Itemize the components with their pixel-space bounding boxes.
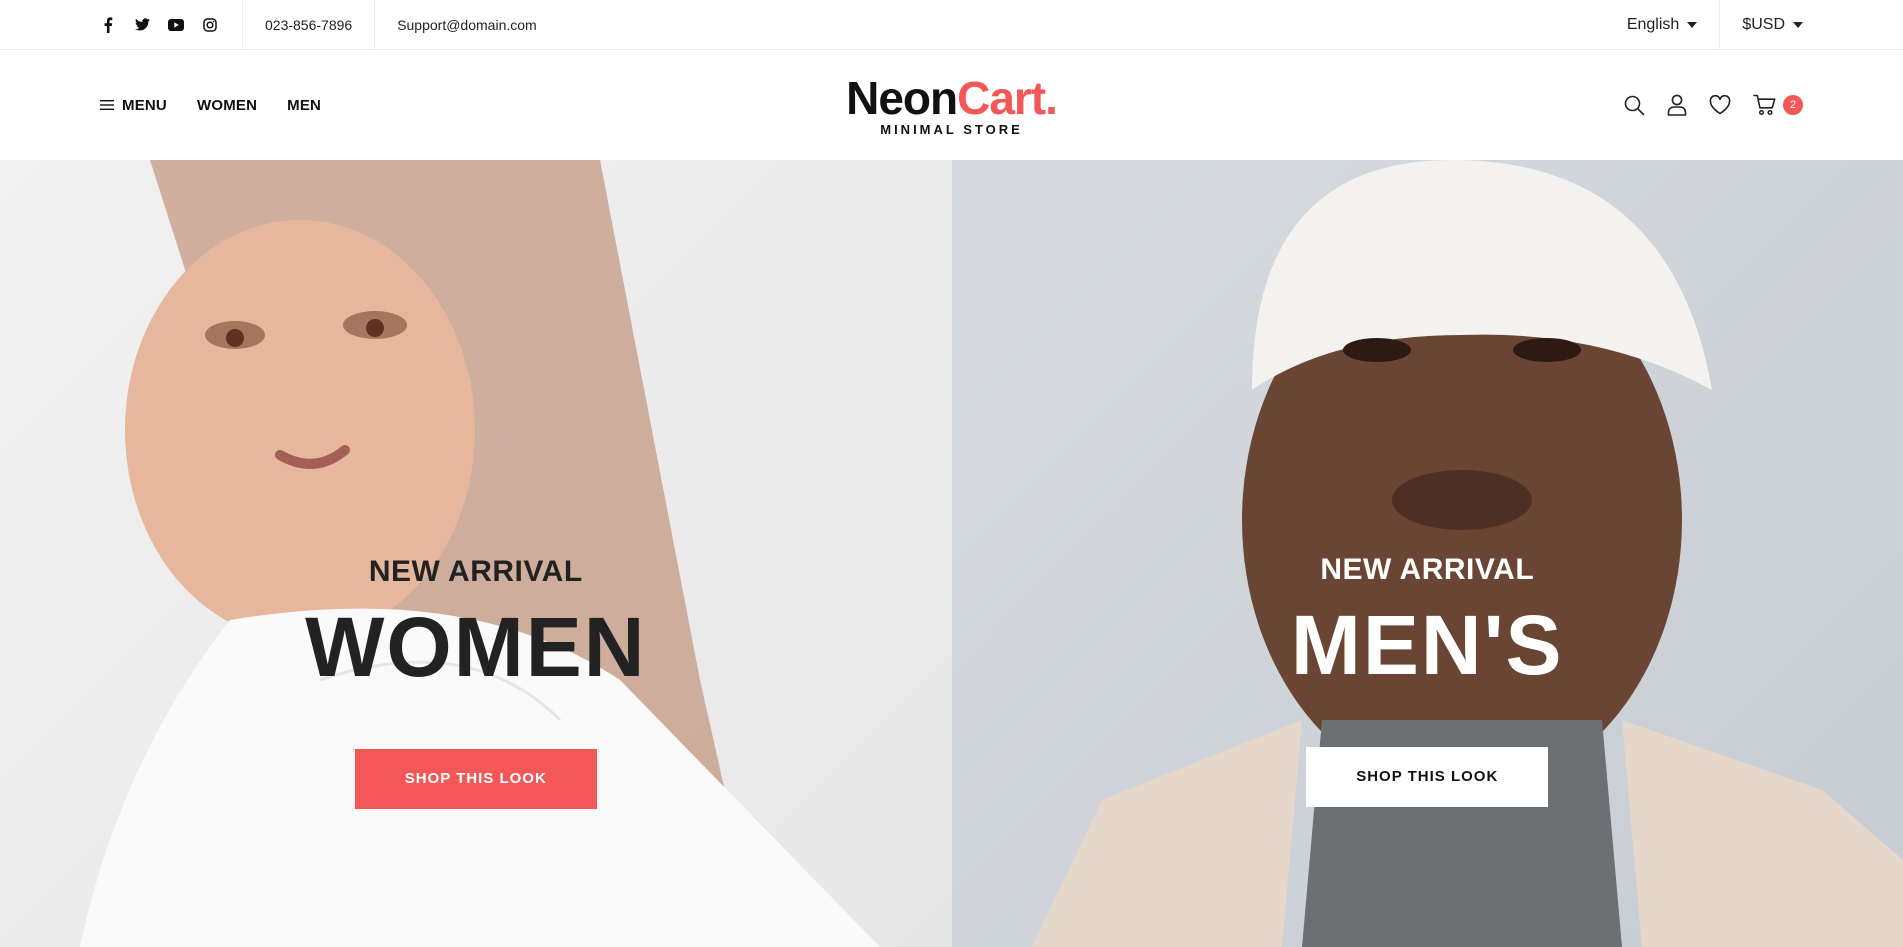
facebook-icon[interactable] (100, 16, 116, 33)
chevron-down-icon (1793, 21, 1803, 28)
women-title: WOMEN (305, 600, 647, 694)
language-label: English (1626, 15, 1680, 33)
social-links (100, 0, 243, 49)
men-shop-button[interactable]: SHOP THIS LOOK (1306, 747, 1549, 807)
site-logo[interactable]: NeonCart. MINIMAL STORE (846, 75, 1058, 137)
menu-button[interactable]: MENU (100, 97, 167, 114)
men-title: MEN'S (1290, 598, 1564, 692)
heart-icon[interactable] (1709, 95, 1731, 115)
main-nav: MENU WOMEN MEN (100, 97, 321, 114)
search-icon[interactable] (1623, 94, 1645, 116)
currency-label: $USD (1742, 15, 1785, 33)
hamburger-icon (100, 100, 114, 110)
top-bar-left: 023-856-7896 Support@domain.com (100, 0, 559, 49)
nav-item-men[interactable]: MEN (287, 97, 321, 114)
logo-part-cart: Cart. (957, 72, 1058, 124)
instagram-icon[interactable] (202, 17, 218, 33)
nav-item-women[interactable]: WOMEN (197, 97, 257, 114)
chevron-down-icon (1687, 21, 1698, 28)
cart-button[interactable]: 2 (1753, 94, 1803, 116)
support-email[interactable]: Support@domain.com (375, 0, 559, 49)
twitter-icon[interactable] (134, 17, 150, 33)
top-bar: 023-856-7896 Support@domain.com English … (0, 0, 1903, 50)
women-banner[interactable]: NEW ARRIVAL WOMEN SHOP THIS LOOK (0, 160, 952, 947)
language-selector[interactable]: English (1605, 0, 1719, 49)
men-banner[interactable]: NEW ARRIVAL MEN'S SHOP THIS LOOK (951, 160, 1903, 947)
header-actions: 2 (1623, 94, 1803, 116)
women-banner-content: NEW ARRIVAL WOMEN SHOP THIS LOOK (0, 555, 952, 809)
women-model-image (80, 160, 880, 947)
men-eyebrow: NEW ARRIVAL (1320, 553, 1535, 586)
logo-wordmark: NeonCart. (846, 75, 1058, 121)
currency-selector[interactable]: $USD (1719, 0, 1803, 49)
logo-tagline: MINIMAL STORE (880, 122, 1023, 137)
youtube-icon[interactable] (168, 17, 184, 33)
user-icon[interactable] (1667, 94, 1687, 116)
main-header: MENU WOMEN MEN NeonCart. MINIMAL STORE 2 (0, 50, 1903, 160)
hero-section: NEW ARRIVAL WOMEN SHOP THIS LOOK NEW ARR… (0, 160, 1903, 947)
women-eyebrow: NEW ARRIVAL (368, 555, 583, 588)
cart-icon (1753, 94, 1776, 116)
logo-part-neon: Neon (846, 72, 958, 124)
menu-label: MENU (122, 96, 167, 114)
top-bar-right: English $USD (1605, 0, 1803, 49)
cart-count-badge: 2 (1783, 95, 1803, 115)
men-banner-content: NEW ARRIVAL MEN'S SHOP THIS LOOK (952, 553, 1903, 807)
women-shop-button[interactable]: SHOP THIS LOOK (354, 749, 597, 809)
phone-number[interactable]: 023-856-7896 (243, 0, 376, 49)
